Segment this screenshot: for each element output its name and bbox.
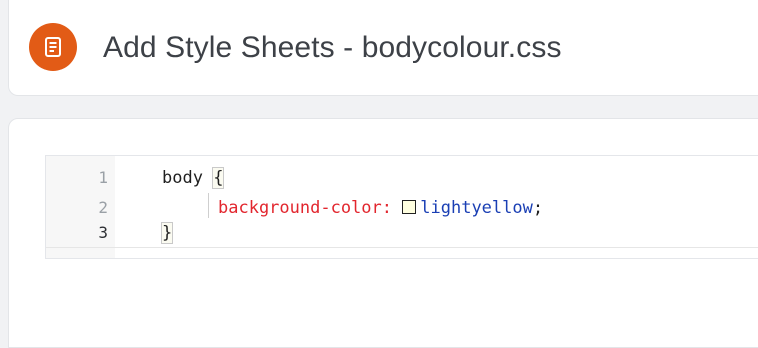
line-number: 1 [98,168,108,187]
css-code-editor[interactable]: 1 body { 2 background-color: lightyellow… [45,155,758,259]
css-property: background-color [218,198,382,218]
stylesheet-document-icon [29,23,77,71]
code-text[interactable]: } [160,218,174,248]
color-swatch-icon[interactable] [402,200,417,214]
css-colon: : [381,198,393,218]
page-title: Add Style Sheets - bodycolour.css [103,31,562,64]
code-line-3[interactable]: 3 } [46,218,758,248]
line-number: 3 [98,223,108,242]
page-header: Add Style Sheets - bodycolour.css [8,0,758,96]
css-selector: body [162,168,203,188]
css-value: lightyellow [420,198,533,218]
close-brace: } [160,222,174,244]
css-semicolon: ; [532,198,544,218]
code-line-1[interactable]: 1 body { [46,163,758,193]
code-text[interactable]: body { [162,163,225,193]
open-brace: { [212,167,225,189]
